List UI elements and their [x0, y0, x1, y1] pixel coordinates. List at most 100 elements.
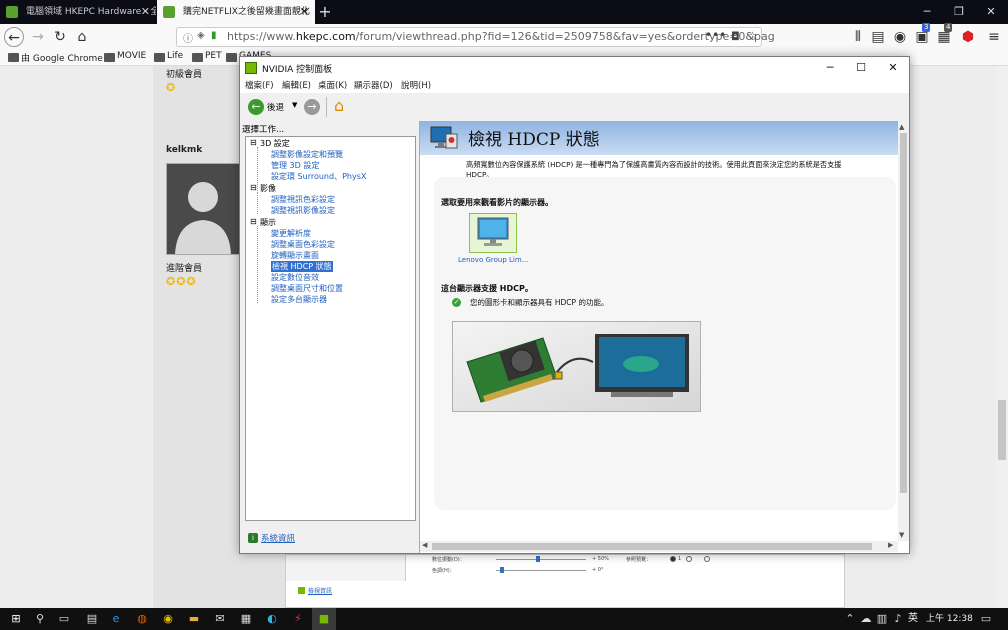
menu-display[interactable]: 顯示器(D)	[354, 79, 393, 91]
tree-expander-icon[interactable]: ⊟	[250, 183, 257, 192]
account-icon[interactable]: ◉	[890, 27, 910, 47]
page-scrollbar[interactable]	[996, 66, 1008, 608]
mail-icon[interactable]: ✉	[212, 611, 228, 627]
bookmark-item[interactable]: Life	[154, 51, 183, 62]
search-icon[interactable]: ⚲	[32, 611, 48, 627]
scrollbar-thumb[interactable]	[900, 133, 907, 493]
adblock-icon[interactable]: ⬢	[958, 27, 978, 47]
home-icon[interactable]: ⌂	[72, 27, 92, 47]
tree-item-image-settings[interactable]: 調整影像設定和預覽	[271, 149, 343, 160]
menu-file[interactable]: 檔案(F)	[245, 79, 274, 91]
task-view-icon[interactable]: ▭	[56, 611, 72, 627]
maximize-icon[interactable]: ☐	[845, 57, 877, 79]
chrome-icon[interactable]: ◉	[160, 611, 176, 627]
menu-desktop[interactable]: 桌面(K)	[318, 79, 347, 91]
system-info-link[interactable]: 檢視資訊	[308, 586, 332, 595]
shield-icon[interactable]: ◈	[197, 30, 205, 41]
file-explorer-icon[interactable]: ▬	[186, 611, 202, 627]
home-icon[interactable]: ⌂	[334, 97, 344, 115]
clock[interactable]: 上午 12:38	[926, 608, 973, 630]
onedrive-icon[interactable]: ☁	[858, 611, 874, 627]
menu-help[interactable]: 說明(H)	[401, 79, 431, 91]
close-icon[interactable]: ✕	[877, 57, 909, 79]
page-scrollbar-thumb[interactable]	[998, 400, 1006, 460]
radio-button[interactable]	[670, 556, 676, 562]
tree-expander-icon[interactable]: ⊟	[250, 217, 257, 226]
radio-button[interactable]	[704, 556, 710, 562]
ime-indicator[interactable]: 英	[908, 608, 918, 630]
minimize-icon[interactable]: ─	[912, 0, 942, 24]
forward-arrow-icon[interactable]: →	[28, 27, 48, 47]
tree-category-display[interactable]: 顯示	[260, 217, 276, 228]
dropdown-icon[interactable]: ▼	[292, 101, 297, 109]
tree-item-rotate-display[interactable]: 旋轉顯示畫面	[271, 250, 319, 261]
info-icon[interactable]: ⓘ	[183, 30, 193, 45]
tree-expander-icon[interactable]: ⊟	[250, 138, 257, 147]
tree-item-surround-physx[interactable]: 設定環 Surround、PhysX	[271, 171, 366, 182]
tree-item-video-image[interactable]: 調整視訊影像設定	[271, 205, 335, 216]
pocket-icon[interactable]: ◘	[731, 30, 740, 43]
vertical-scrollbar[interactable]: ▲ ▼	[898, 121, 909, 541]
calculator-icon[interactable]: ▦	[238, 611, 254, 627]
tree-item-multiple-displays[interactable]: 設定多台顯示器	[271, 294, 327, 305]
avatar[interactable]	[166, 163, 240, 255]
tree-item-resolution[interactable]: 變更解析度	[271, 228, 311, 239]
system-info-link[interactable]: 系統資訊	[261, 532, 295, 544]
bookmark-item[interactable]: 由 Google Chrome	[8, 51, 103, 64]
bookmark-item[interactable]: MOVIE	[104, 51, 146, 62]
notifications-icon[interactable]: ▭	[978, 611, 994, 627]
tree-item-desktop-color[interactable]: 調整桌面色彩設定	[271, 239, 335, 250]
back-arrow-icon[interactable]: ←	[4, 27, 24, 47]
slider-thumb[interactable]	[500, 567, 504, 573]
restore-icon[interactable]: ❐	[944, 0, 974, 24]
bookmark-star-icon[interactable]: ☆	[747, 29, 758, 43]
firefox-icon[interactable]: ◍	[134, 611, 150, 627]
scroll-down-icon[interactable]: ▼	[899, 531, 904, 539]
back-arrow-icon[interactable]: ←	[248, 99, 264, 115]
tab-netflix-thread[interactable]: 購完NETFLIX之後留幾畫面靚化 ✕	[157, 0, 315, 24]
username-link[interactable]: kelkmk	[166, 145, 202, 155]
show-hidden-icons-icon[interactable]: ⌃	[842, 611, 858, 627]
display-name[interactable]: Lenovo Group Lim...	[458, 256, 528, 264]
app-icon[interactable]: ▤	[84, 611, 100, 627]
volume-icon[interactable]: ♪	[890, 611, 906, 627]
close-window-icon[interactable]: ✕	[976, 0, 1006, 24]
app-icon[interactable]: ◐	[264, 611, 280, 627]
library-icon[interactable]: ⫴	[848, 27, 868, 47]
back-label[interactable]: 後退	[267, 101, 284, 113]
slider-thumb[interactable]	[536, 556, 540, 562]
windows-start-icon[interactable]: ⊞	[8, 611, 24, 627]
close-tab-icon[interactable]: ✕	[141, 0, 150, 24]
menu-icon[interactable]: ≡	[984, 27, 1004, 47]
tree-item-hdcp-status[interactable]: 檢視 HDCP 狀態	[271, 261, 333, 272]
display-card[interactable]	[469, 213, 517, 253]
tree-category-video[interactable]: 影像	[260, 183, 276, 194]
sidebar-icon[interactable]: ▤	[868, 27, 888, 47]
scrollbar-thumb[interactable]	[432, 543, 872, 550]
new-tab-button[interactable]: +	[316, 2, 334, 22]
edge-icon[interactable]: e	[108, 611, 124, 627]
tree-item-video-color[interactable]: 調整視訊色彩設定	[271, 194, 335, 205]
radio-button[interactable]	[686, 556, 692, 562]
url-bar[interactable]: ⓘ ◈ ▮ https://www.hkepc.com/forum/viewth…	[176, 27, 775, 47]
scroll-left-icon[interactable]: ◀	[422, 541, 427, 549]
tree-item-manage-3d[interactable]: 管理 3D 設定	[271, 160, 319, 171]
app-icon[interactable]: ⚡	[290, 611, 306, 627]
network-icon[interactable]: ▥	[874, 611, 890, 627]
minimize-icon[interactable]: ─	[814, 57, 846, 79]
extension-icon[interactable]: ▦ 4	[934, 23, 954, 47]
menu-edit[interactable]: 編輯(E)	[282, 79, 311, 91]
tree-category-3d[interactable]: 3D 設定	[260, 138, 290, 149]
bookmark-item[interactable]: PET	[192, 51, 222, 62]
close-tab-icon[interactable]: ✕	[300, 0, 309, 24]
horizontal-scrollbar[interactable]: ◀ ▶	[420, 541, 898, 552]
tree-item-digital-audio[interactable]: 設定數位音效	[271, 272, 319, 283]
tree-item-desktop-size[interactable]: 調整桌面尺寸和位置	[271, 283, 343, 294]
tab-hkepc[interactable]: 電腦領域 HKEPC Hardware - 全 ✕	[0, 0, 156, 24]
scroll-up-icon[interactable]: ▲	[899, 123, 904, 131]
reload-icon[interactable]: ↻	[50, 27, 70, 47]
forward-arrow-icon[interactable]: →	[304, 99, 320, 115]
scroll-right-icon[interactable]: ▶	[888, 541, 893, 549]
nvidia-taskbar-icon[interactable]: ■	[312, 608, 336, 630]
more-actions-icon[interactable]: •••	[705, 28, 726, 42]
